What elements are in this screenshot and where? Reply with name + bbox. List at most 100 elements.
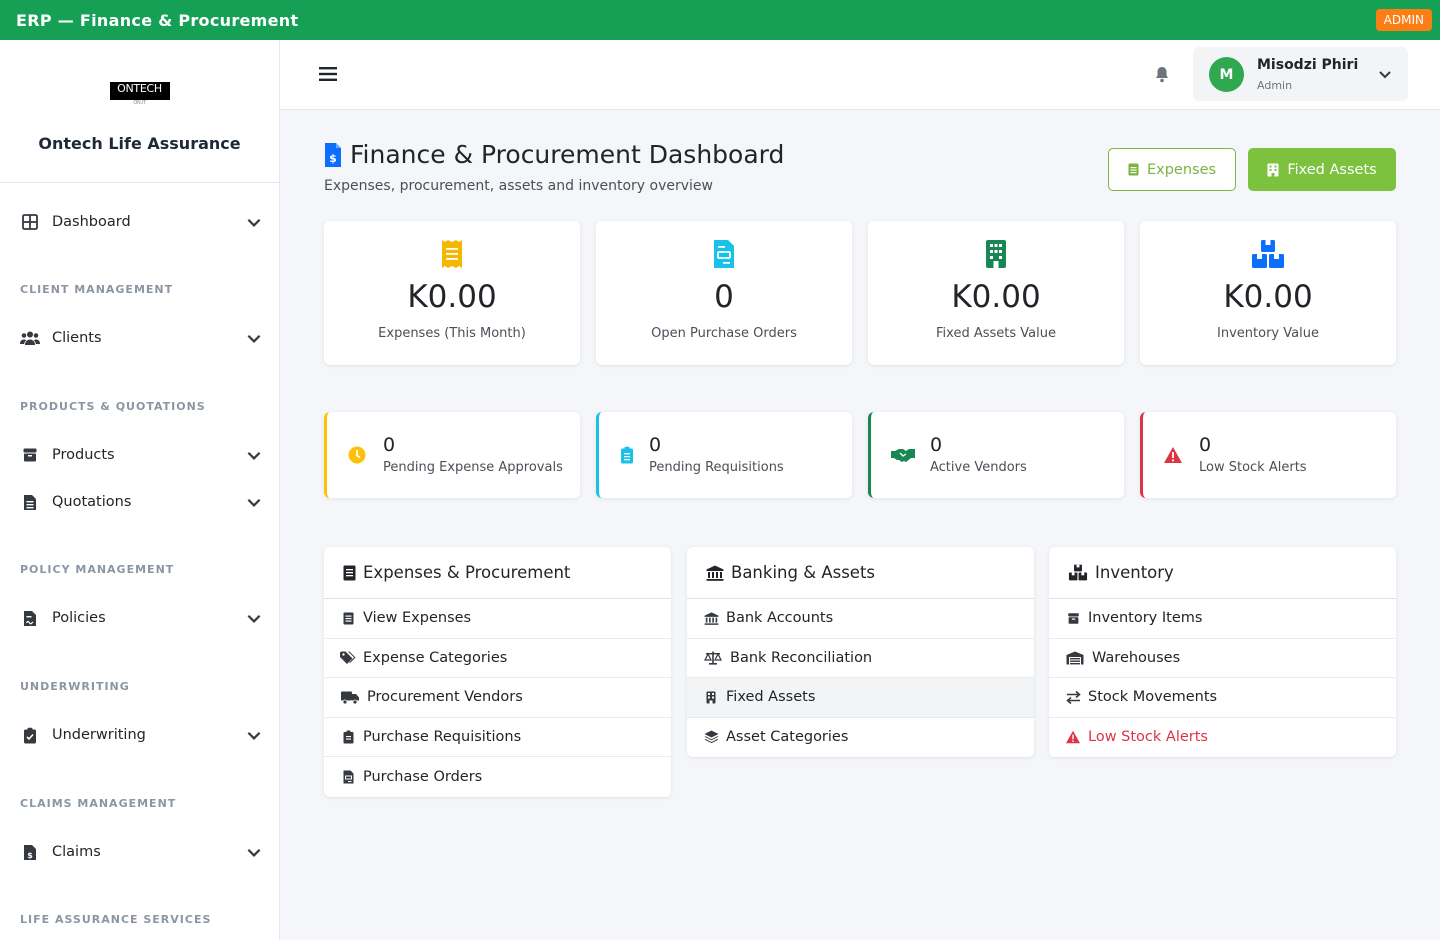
link-bank-accounts[interactable]: Bank Accounts (687, 599, 1034, 639)
alert-card-low-stock[interactable]: 0 Low Stock Alerts (1140, 412, 1396, 498)
panel-title: Expenses & Procurement (363, 563, 571, 582)
link-label: Purchase Orders (363, 768, 483, 785)
section-label-claims-management: CLAIMS MANAGEMENT (20, 797, 177, 810)
box-icon (20, 445, 40, 465)
panel-inventory: Inventory Inventory Items Warehouses Sto… (1049, 547, 1396, 757)
file-invoice-dollar-icon: $ (325, 142, 341, 167)
section-label-underwriting: UNDERWRITING (20, 680, 130, 693)
alert-card-pending-requisitions[interactable]: 0 Pending Requisitions (596, 412, 852, 498)
handshake-icon (891, 445, 915, 465)
link-label: Procurement Vendors (367, 689, 523, 706)
sidebar-item-label: Products (52, 447, 115, 463)
user-role: Admin (1257, 79, 1293, 92)
section-label-life-assurance-services: LIFE ASSURANCE SERVICES (20, 913, 212, 926)
stat-label: Open Purchase Orders (651, 326, 797, 341)
user-name: Misodzi Phiri (1257, 57, 1359, 73)
link-stock-movements[interactable]: Stock Movements (1049, 678, 1396, 718)
sidebar-item-products[interactable]: Products (0, 435, 279, 475)
header: M Misodzi Phiri Admin (280, 40, 1440, 110)
alert-card-pending-expense-approvals[interactable]: 0 Pending Expense Approvals (324, 412, 580, 498)
link-low-stock-alerts[interactable]: Low Stock Alerts (1049, 718, 1396, 758)
company-logo[interactable]: ONTECH ON.IT (109, 82, 170, 106)
sidebar-item-claims[interactable]: $ Claims (0, 832, 279, 872)
link-inventory-items[interactable]: Inventory Items (1049, 599, 1396, 639)
sidebar-item-label: Clients (52, 330, 102, 346)
link-label: Asset Categories (726, 729, 849, 746)
link-label: Fixed Assets (726, 689, 816, 706)
stat-label: Fixed Assets Value (936, 326, 1056, 341)
sidebar-item-policies[interactable]: Policies (0, 598, 279, 638)
layer-group-icon (703, 729, 719, 745)
expenses-button-label: Expenses (1146, 161, 1217, 178)
tags-icon (340, 650, 356, 666)
sidebar-item-underwriting[interactable]: Underwriting (0, 715, 279, 755)
link-asset-categories[interactable]: Asset Categories (687, 718, 1034, 758)
link-purchase-orders[interactable]: Purchase Orders (324, 757, 671, 797)
chevron-down-icon (247, 731, 261, 740)
link-fixed-assets[interactable]: Fixed Assets (687, 678, 1034, 718)
link-bank-reconciliation[interactable]: Bank Reconciliation (687, 639, 1034, 678)
alert-label: Pending Expense Approvals (383, 460, 563, 475)
panel-header: Inventory (1049, 547, 1396, 599)
stat-value: K0.00 (1223, 279, 1313, 315)
warning-icon (1065, 729, 1081, 745)
svg-text:$: $ (329, 152, 337, 165)
stat-value: 0 (714, 279, 734, 315)
link-label: Inventory Items (1088, 610, 1203, 627)
page-heading: $ Finance & Procurement Dashboard (324, 140, 784, 169)
alert-card-active-vendors[interactable]: 0 Active Vendors (868, 412, 1124, 498)
link-label: View Expenses (363, 610, 472, 627)
bell-icon[interactable] (1154, 65, 1170, 83)
bank-icon (706, 565, 724, 581)
link-expense-categories[interactable]: Expense Categories (324, 639, 671, 678)
expenses-button[interactable]: Expenses (1108, 148, 1236, 191)
alert-label: Pending Requisitions (649, 460, 784, 475)
stat-value: K0.00 (951, 279, 1041, 315)
link-view-expenses[interactable]: View Expenses (324, 599, 671, 639)
link-label: Expense Categories (363, 649, 508, 666)
alert-label: Active Vendors (930, 460, 1027, 475)
avatar: M (1209, 57, 1244, 92)
link-purchase-requisitions[interactable]: Purchase Requisitions (324, 718, 671, 757)
alert-value: 0 (930, 434, 943, 456)
stat-card-purchase-orders: 0 Open Purchase Orders (596, 221, 852, 365)
sidebar-item-dashboard[interactable]: Dashboard (0, 202, 279, 242)
role-badge: ADMIN (1375, 9, 1432, 31)
stat-card-fixed-assets: K0.00 Fixed Assets Value (868, 221, 1124, 365)
section-label-client-management: CLIENT MANAGEMENT (20, 283, 174, 296)
alert-value: 0 (383, 434, 396, 456)
file-contract-icon (20, 608, 40, 628)
boxes-icon (1252, 240, 1284, 268)
truck-icon (340, 689, 360, 705)
app-title: ERP — Finance & Procurement (16, 10, 299, 30)
clock-icon (347, 445, 367, 465)
link-label: Stock Movements (1088, 689, 1218, 706)
exchange-icon (1065, 689, 1081, 705)
panel-header: Banking & Assets (687, 547, 1034, 599)
stat-value: K0.00 (407, 279, 497, 315)
box-icon (1065, 610, 1081, 626)
link-procurement-vendors[interactable]: Procurement Vendors (324, 678, 671, 718)
link-warehouses[interactable]: Warehouses (1049, 639, 1396, 678)
fixed-assets-button[interactable]: Fixed Assets (1248, 148, 1396, 191)
file-invoice-icon (714, 240, 734, 268)
sidebar-item-clients[interactable]: Clients (0, 318, 279, 358)
sidebar-item-label: Underwriting (52, 727, 146, 743)
sidebar-item-label: Quotations (52, 494, 132, 510)
svg-text:$: $ (27, 851, 33, 860)
building-icon (986, 240, 1006, 268)
sidebar-item-label: Claims (52, 844, 101, 860)
sidebar-item-label: Dashboard (52, 214, 131, 230)
sidebar-item-quotations[interactable]: Quotations (0, 482, 279, 522)
chevron-down-icon (247, 848, 261, 857)
receipt-icon (442, 240, 462, 268)
link-label: Bank Reconciliation (730, 649, 873, 666)
page-subtitle: Expenses, procurement, assets and invent… (324, 178, 713, 194)
building-icon (1267, 163, 1279, 176)
stat-label: Expenses (This Month) (378, 326, 526, 341)
hamburger-menu-icon[interactable] (318, 64, 338, 84)
link-label: Warehouses (1092, 649, 1181, 666)
user-menu[interactable]: M Misodzi Phiri Admin (1193, 47, 1408, 101)
stat-label: Inventory Value (1217, 326, 1319, 341)
chevron-down-icon (1379, 71, 1391, 79)
